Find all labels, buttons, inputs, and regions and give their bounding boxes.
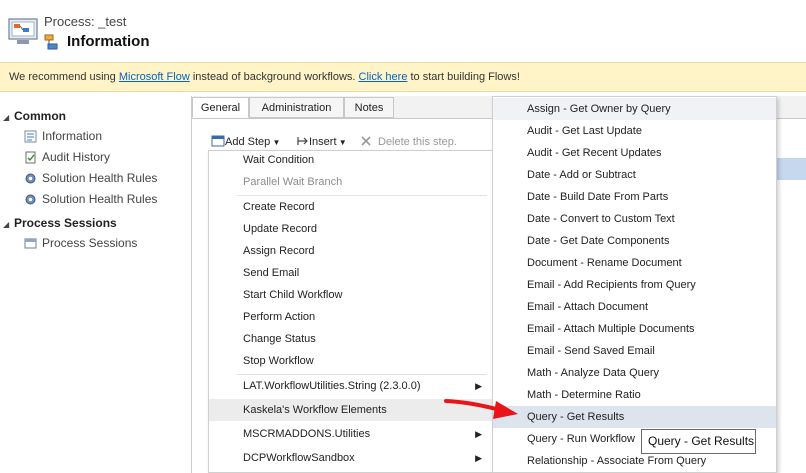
- nav-item-label: Solution Health Rules: [42, 171, 158, 185]
- microsoft-flow-link[interactable]: Microsoft Flow: [119, 71, 190, 83]
- nav-section-label: Common: [14, 109, 66, 123]
- menu-item-wait-condition[interactable]: Wait Condition: [209, 151, 492, 171]
- add-step-label: Add Step: [225, 136, 271, 148]
- audit-icon: [25, 151, 36, 164]
- expand-triangle-icon: ◢: [3, 220, 10, 229]
- delete-icon: [361, 136, 371, 146]
- menu-item-create-record[interactable]: Create Record: [209, 196, 492, 218]
- submenu-item-date-add-or-subtract[interactable]: Date - Add or Subtract: [493, 164, 776, 186]
- sessions-icon: [24, 238, 37, 249]
- submenu-item-date-get-date-components[interactable]: Date - Get Date Components: [493, 230, 776, 252]
- submenu-item-date-convert-to-custom-text[interactable]: Date - Convert to Custom Text: [493, 208, 776, 230]
- submenu-item-document-rename-document[interactable]: Document - Rename Document: [493, 252, 776, 274]
- gear-icon: [25, 173, 36, 184]
- menu-item-label: LAT.WorkflowUtilities.String (2.3.0.0): [243, 380, 421, 392]
- red-arrow-icon: [444, 399, 518, 419]
- menu-item-change-status[interactable]: Change Status: [209, 328, 492, 350]
- submenu-item-query-get-results[interactable]: Query - Get Results: [493, 406, 776, 428]
- submenu-arrow-icon: ▶: [475, 429, 482, 439]
- tooltip: Query - Get Results: [641, 429, 756, 454]
- nav-item-solution-health-rules[interactable]: Solution Health Rules: [0, 168, 190, 189]
- nav-item-label: Process Sessions: [42, 236, 138, 250]
- submenu-item-date-build-date-from-parts[interactable]: Date - Build Date From Parts: [493, 186, 776, 208]
- nav-item-process-sessions[interactable]: Process Sessions: [0, 233, 190, 254]
- process-icon: [8, 18, 38, 44]
- expand-triangle-icon: ◢: [3, 113, 10, 122]
- selected-step-row: [775, 158, 806, 180]
- banner-text-suffix: to start building Flows!: [407, 71, 520, 83]
- menu-item-assign-record[interactable]: Assign Record: [209, 240, 492, 262]
- submenu-item-email-send-saved-email[interactable]: Email - Send Saved Email: [493, 340, 776, 362]
- nav-item-label: Information: [42, 129, 103, 143]
- flow-recommendation-banner: We recommend using Microsoft Flow instea…: [0, 62, 806, 92]
- tab-notes[interactable]: Notes: [344, 97, 394, 118]
- add-step-menu: Wait Condition Parallel Wait Branch Crea…: [208, 150, 493, 473]
- workflow-icon: [44, 34, 58, 50]
- menu-item-stop-workflow[interactable]: Stop Workflow: [209, 350, 492, 372]
- menu-item-perform-action[interactable]: Perform Action: [209, 306, 492, 328]
- menu-item-update-record[interactable]: Update Record: [209, 218, 492, 240]
- submenu-item-email-attach-document[interactable]: Email - Attach Document: [493, 296, 776, 318]
- nav-section-process-sessions[interactable]: ◢ Process Sessions: [0, 213, 190, 233]
- tab-administration[interactable]: Administration: [249, 97, 344, 118]
- submenu-item-audit-get-recent-updates[interactable]: Audit - Get Recent Updates: [493, 142, 776, 164]
- submenu-item-email-attach-multiple-documents[interactable]: Email - Attach Multiple Documents: [493, 318, 776, 340]
- delete-step-button[interactable]: Delete this step.: [360, 133, 457, 151]
- menu-item-start-child-workflow[interactable]: Start Child Workflow: [209, 284, 492, 306]
- menu-item-send-email[interactable]: Send Email: [209, 262, 492, 284]
- page-header: Process: _test Information: [0, 0, 806, 62]
- insert-icon: [297, 137, 308, 145]
- submenu-arrow-icon: ▶: [475, 453, 482, 463]
- kaskela-submenu: Assign - Get Owner by Query Audit - Get …: [492, 96, 777, 473]
- submenu-item-math-determine-ratio[interactable]: Math - Determine Ratio: [493, 384, 776, 406]
- submenu-item-audit-get-last-update[interactable]: Audit - Get Last Update: [493, 120, 776, 142]
- menu-item-label: Kaskela's Workflow Elements: [243, 404, 387, 416]
- record-type-label: Process: _test: [44, 14, 127, 29]
- submenu-item-email-add-recipients-from-query[interactable]: Email - Add Recipients from Query: [493, 274, 776, 296]
- nav-section-common[interactable]: ◢ Common: [0, 106, 190, 126]
- tab-general[interactable]: General: [192, 97, 249, 118]
- nav-item-label: Audit History: [42, 150, 111, 164]
- dropdown-arrow-icon: ▼: [270, 138, 281, 147]
- add-step-icon: [211, 135, 225, 147]
- banner-text-prefix: We recommend using: [9, 71, 119, 83]
- submenu-item-assign-get-owner-by-query[interactable]: Assign - Get Owner by Query: [493, 98, 776, 120]
- insert-label: Insert: [309, 136, 337, 148]
- dropdown-arrow-icon: ▼: [336, 138, 347, 147]
- menu-item-mscrmaddons-utilities[interactable]: MSCRMADDONS.Utilities ▶: [209, 423, 492, 445]
- insert-button[interactable]: Insert ▼: [297, 133, 347, 151]
- menu-item-label: DCPWorkflowSandbox: [243, 452, 355, 464]
- nav-item-solution-health-rules[interactable]: Solution Health Rules: [0, 189, 190, 210]
- nav-item-label: Solution Health Rules: [42, 192, 158, 206]
- menu-item-dcp-workflow-sandbox[interactable]: DCPWorkflowSandbox ▶: [209, 447, 492, 469]
- add-step-button[interactable]: Add Step ▼: [211, 133, 280, 151]
- delete-step-label: Delete this step.: [378, 136, 457, 148]
- banner-text-middle: instead of background workflows.: [189, 71, 359, 83]
- nav-item-audit-history[interactable]: Audit History: [0, 147, 190, 168]
- nav-item-information[interactable]: Information: [0, 126, 190, 147]
- menu-item-label: MSCRMADDONS.Utilities: [243, 428, 371, 440]
- click-here-link[interactable]: Click here: [359, 71, 408, 83]
- menu-item-parallel-wait-branch[interactable]: Parallel Wait Branch: [209, 171, 492, 193]
- workflow-toolbar: Add Step ▼ Insert ▼ Delete this step.: [208, 130, 508, 152]
- gear-icon: [25, 194, 36, 205]
- document-icon: [24, 130, 37, 143]
- submenu-item-math-analyze-data-query[interactable]: Math - Analyze Data Query: [493, 362, 776, 384]
- page-title: Information: [67, 33, 150, 50]
- nav-section-label: Process Sessions: [14, 216, 117, 230]
- left-navigation: ◢ Common Information Audit History Soluti…: [0, 106, 190, 254]
